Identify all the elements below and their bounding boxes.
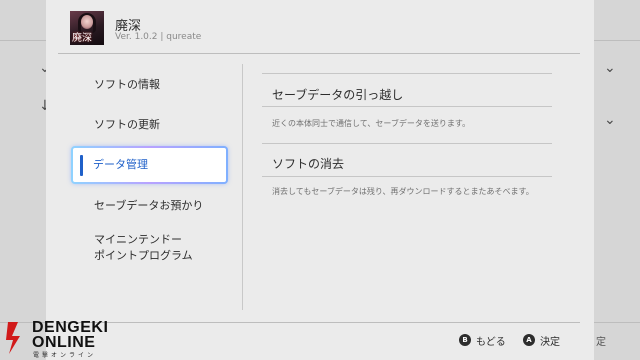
game-icon-logo: 廃深 bbox=[72, 33, 92, 44]
ok-label: 決定 bbox=[540, 336, 560, 348]
delete-software-description: 消去してもセーブデータは残り、再ダウンロードするとまたあそべます。 bbox=[272, 187, 534, 196]
selection-indicator bbox=[80, 155, 83, 176]
software-settings-panel: 廃深 廃深 Ver. 1.0.2 | qureate ソフトの情報 ソフトの更新… bbox=[46, 0, 594, 360]
delete-software-option[interactable]: ソフトの消去 bbox=[272, 155, 344, 172]
game-icon: 廃深 bbox=[70, 11, 104, 45]
back-button[interactable]: B もどる bbox=[459, 333, 506, 348]
option-divider bbox=[262, 143, 552, 144]
menu-item-data-management[interactable]: データ管理 bbox=[71, 146, 228, 184]
menu-item-label: ソフトの情報 bbox=[94, 78, 160, 91]
save-data-transfer-option[interactable]: セーブデータの引っ越し bbox=[272, 86, 403, 103]
menu-item-save-data-cloud[interactable]: セーブデータお預かり bbox=[94, 198, 203, 214]
game-icon-face bbox=[81, 15, 93, 29]
menu-item-label: データ管理 bbox=[93, 158, 148, 171]
game-version-publisher: Ver. 1.0.2 | qureate bbox=[115, 32, 202, 42]
footer-divider bbox=[58, 322, 580, 323]
background-right-icon-2: ⌄ bbox=[604, 112, 616, 128]
save-data-transfer-description: 近くの本体同士で通信して、セーブデータを送ります。 bbox=[272, 119, 471, 128]
b-button-icon: B bbox=[459, 334, 471, 346]
menu-item-label: ソフトの更新 bbox=[94, 118, 160, 131]
menu-item-label-line1: マイニンテンドー bbox=[94, 233, 182, 246]
option-divider bbox=[262, 73, 552, 74]
data-management-content: セーブデータの引っ越し 近くの本体同士で通信して、セーブデータを送ります。 ソフ… bbox=[262, 0, 578, 312]
menu-divider bbox=[242, 64, 243, 310]
dengeki-online-watermark: DENGEKI ONLINE 電撃オンライン bbox=[2, 318, 130, 360]
menu-item-label-line2: ポイントプログラム bbox=[94, 249, 193, 262]
menu-item-software-update[interactable]: ソフトの更新 bbox=[94, 117, 160, 133]
a-button-icon: A bbox=[523, 334, 535, 346]
ok-button[interactable]: A 決定 bbox=[523, 333, 560, 348]
background-right-icon: ⌄ bbox=[604, 60, 616, 76]
option-divider bbox=[262, 106, 552, 107]
watermark-subtitle: 電撃オンライン bbox=[33, 352, 97, 359]
menu-item-software-info[interactable]: ソフトの情報 bbox=[94, 77, 160, 93]
background-ok-label: 定 bbox=[596, 337, 606, 348]
back-label: もどる bbox=[476, 336, 506, 348]
dengeki-lightning-logo-icon bbox=[6, 322, 20, 354]
settings-menu: ソフトの情報 ソフトの更新 データ管理 セーブデータお預かり マイニンテンドー … bbox=[46, 54, 242, 312]
menu-item-label: セーブデータお預かり bbox=[94, 199, 204, 212]
menu-item-my-nintendo-points[interactable]: マイニンテンドー ポイントプログラム bbox=[94, 232, 193, 264]
option-divider bbox=[262, 176, 552, 177]
